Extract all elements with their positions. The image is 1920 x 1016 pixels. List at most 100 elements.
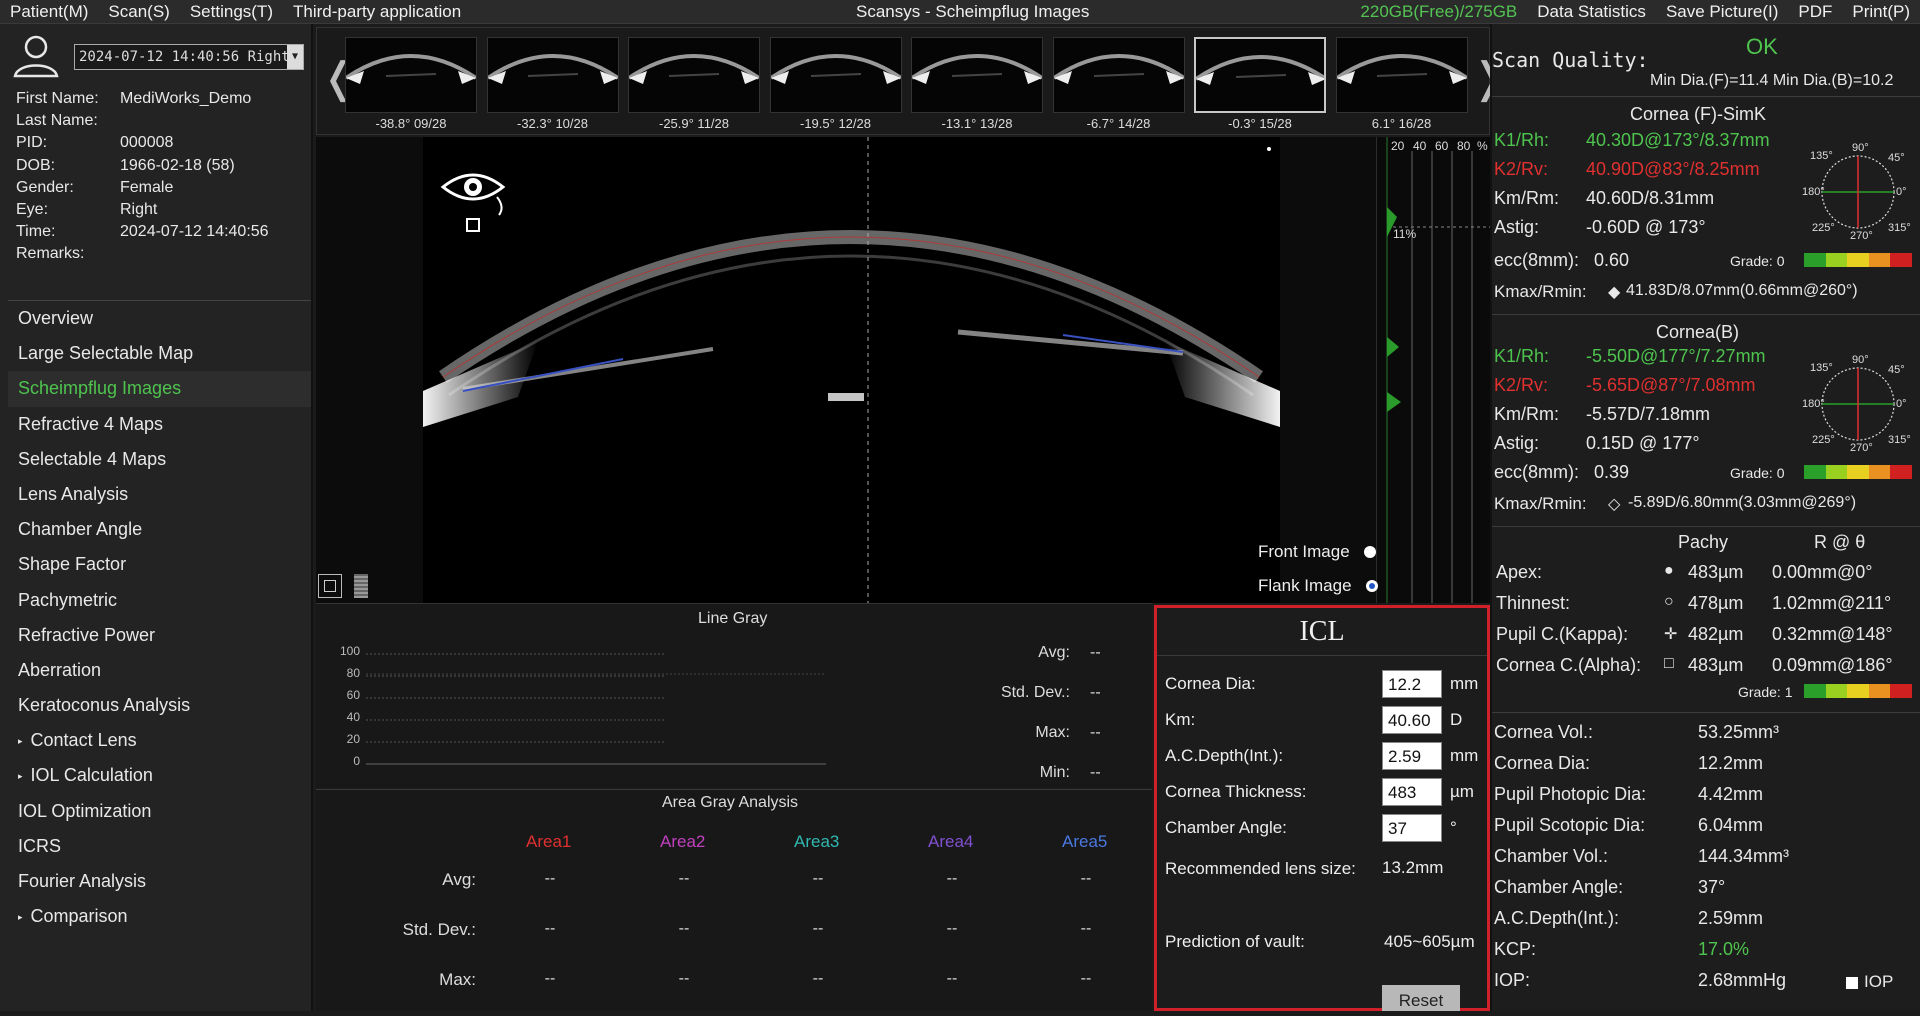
sidebar-item[interactable]: Pachymetric: [8, 583, 311, 618]
pachy-row-value: 483µm: [1688, 655, 1744, 675]
scan-thumbnail[interactable]: -38.8° 09/28: [345, 37, 477, 133]
front-ecc-label: ecc(8mm):: [1494, 250, 1579, 270]
chevron-down-icon[interactable]: ▼: [287, 45, 303, 69]
scan-thumbnail[interactable]: 6.1° 16/28: [1335, 37, 1468, 133]
expand-arrow-icon[interactable]: ▸: [18, 912, 23, 922]
icl-unit: mm: [1450, 746, 1479, 765]
scan-thumbnail[interactable]: -25.9° 11/28: [628, 37, 760, 133]
sidebar-item-label: Keratoconus Analysis: [18, 695, 191, 716]
thumbnail-image[interactable]: [1335, 37, 1468, 113]
scan-thumbnail[interactable]: -19.5° 12/28: [769, 37, 902, 133]
icl-input[interactable]: 483: [1382, 778, 1442, 806]
recommended-lens-value: 13.2mm: [1382, 858, 1444, 877]
menu-settings[interactable]: Settings(T): [180, 2, 283, 22]
icl-field-label: Km:: [1165, 710, 1196, 729]
sidebar-item[interactable]: Lens Analysis: [8, 477, 311, 512]
compass-angle-label: 225°: [1812, 222, 1835, 234]
icl-unit: mm: [1450, 674, 1479, 693]
sidebar-item[interactable]: ICRS: [8, 829, 311, 864]
exam-selector[interactable]: 2024-07-12 14:40:56 Right ▼: [74, 44, 304, 70]
back-ecc-value: 0.39: [1594, 462, 1630, 482]
scan-thumbnail[interactable]: -32.3° 10/28: [486, 37, 619, 133]
menu-print[interactable]: Print(P): [1842, 2, 1920, 22]
compass-angle-label: 135°: [1810, 362, 1833, 374]
icl-unit: °: [1450, 818, 1457, 837]
scan-thumbnail[interactable]: -6.7° 14/28: [1052, 37, 1185, 133]
diamond-outline-icon: ◇: [1608, 496, 1621, 513]
sidebar-item[interactable]: ▸ IOL Calculation: [8, 758, 311, 793]
summary-value: 53.25mm³: [1698, 722, 1780, 742]
menu-pdf[interactable]: PDF: [1788, 2, 1842, 22]
compass-angle-label: 135°: [1810, 150, 1833, 162]
icl-input[interactable]: 40.60: [1382, 706, 1442, 734]
flank-image-radio[interactable]: [1365, 580, 1378, 592]
thumbnail-image[interactable]: [769, 37, 902, 113]
sidebar-item[interactable]: Shape Factor: [8, 547, 311, 582]
storage-indicator: 220GB(Free)/275GB: [1360, 1, 1518, 21]
line-gray-y-tick: 60: [346, 688, 360, 702]
scheimpflug-image[interactable]: [423, 137, 1280, 603]
menu-data-statistics[interactable]: Data Statistics: [1527, 2, 1656, 22]
hist-tick: 80: [1457, 139, 1471, 153]
menu-patient[interactable]: Patient(M): [0, 2, 98, 22]
summary-value: 12.2mm: [1698, 753, 1764, 773]
sidebar-item-label: Fourier Analysis: [18, 871, 147, 891]
thumbnail-caption: -38.8° 09/28: [375, 116, 447, 131]
icl-unit: µm: [1450, 782, 1474, 801]
thumbnail-image[interactable]: [345, 37, 477, 113]
sidebar-item[interactable]: Keratoconus Analysis: [8, 688, 311, 723]
flank-image-option[interactable]: Flank Image: [1258, 576, 1378, 596]
sidebar-item-label: Chamber Angle: [18, 519, 143, 540]
sidebar-item[interactable]: Selectable 4 Maps: [8, 442, 311, 477]
zoom-fit-icon[interactable]: [318, 574, 342, 598]
area-column-header: Area4: [928, 832, 974, 851]
front-image-option[interactable]: Front Image: [1258, 542, 1376, 562]
icl-input[interactable]: 12.2: [1382, 670, 1442, 698]
thumbnail-image[interactable]: [1194, 37, 1326, 113]
front-image-radio[interactable]: [1363, 546, 1376, 558]
pachy-row-position: 0.32mm@148°: [1772, 624, 1893, 644]
thumbnail-image[interactable]: [1052, 37, 1185, 113]
front-row-value: 40.90D@83°/8.25mm: [1586, 159, 1760, 179]
sidebar-item[interactable]: Refractive Power: [8, 618, 311, 653]
sidebar-item[interactable]: Scheimpflug Images: [8, 371, 311, 407]
scan-thumbnail[interactable]: -0.3° 15/28: [1194, 37, 1326, 133]
icl-input[interactable]: 2.59: [1382, 742, 1442, 770]
line-gray-y-tick: 0: [353, 754, 360, 768]
area-gray-title: Area Gray Analysis: [662, 794, 799, 811]
back-grade-bar: [1804, 465, 1912, 479]
expand-arrow-icon[interactable]: ▸: [18, 736, 23, 746]
icl-unit: D: [1450, 710, 1463, 729]
area-cell: --: [812, 970, 824, 987]
patient-panel: 2024-07-12 14:40:56 Right ▼ First Name: M…: [0, 24, 313, 1011]
area-cell: --: [1080, 920, 1092, 937]
summary-label: KCP:: [1494, 939, 1537, 959]
back-row-value: -5.50D@177°/7.27mm: [1586, 346, 1766, 366]
sidebar-item[interactable]: Overview: [8, 301, 311, 336]
sidebar-item[interactable]: Chamber Angle: [8, 512, 311, 547]
thumbnail-image[interactable]: [628, 37, 760, 113]
sidebar-item[interactable]: Large Selectable Map: [8, 336, 311, 371]
menu-scan[interactable]: Scan(S): [98, 2, 179, 22]
gray-scale-icon[interactable]: [354, 574, 368, 598]
scan-thumbnail[interactable]: -13.1° 13/28: [911, 37, 1043, 133]
reset-button[interactable]: Reset: [1382, 985, 1460, 1011]
expand-arrow-icon[interactable]: ▸: [18, 771, 23, 781]
icl-input[interactable]: 37: [1382, 814, 1442, 842]
menu-save-picture[interactable]: Save Picture(I): [1656, 2, 1788, 22]
back-row-value: -5.57D/7.18mm: [1586, 404, 1711, 424]
iop-checkbox[interactable]: [1846, 977, 1858, 989]
thumbnail-image[interactable]: [911, 37, 1043, 113]
sidebar-item[interactable]: Refractive 4 Maps: [8, 407, 311, 442]
sidebar-item[interactable]: ▸ Contact Lens: [8, 723, 311, 758]
sidebar-item[interactable]: ▸ Comparison: [8, 899, 311, 934]
analysis-panel: Scan Quality: OK Min Dia.(F)=11.4 Min Di…: [1490, 24, 1920, 1011]
sidebar-item[interactable]: IOL Optimization: [8, 794, 311, 829]
menu-third-party[interactable]: Third-party application: [283, 2, 471, 22]
sidebar-item[interactable]: Aberration: [8, 653, 311, 688]
compass-angle-label: 180°: [1802, 186, 1825, 198]
sidebar-item[interactable]: Fourier Analysis: [8, 864, 311, 899]
pachy-grade: Grade: 1: [1738, 684, 1793, 700]
pachy-row-value: 478µm: [1688, 593, 1744, 613]
thumbnail-image[interactable]: [486, 37, 619, 113]
